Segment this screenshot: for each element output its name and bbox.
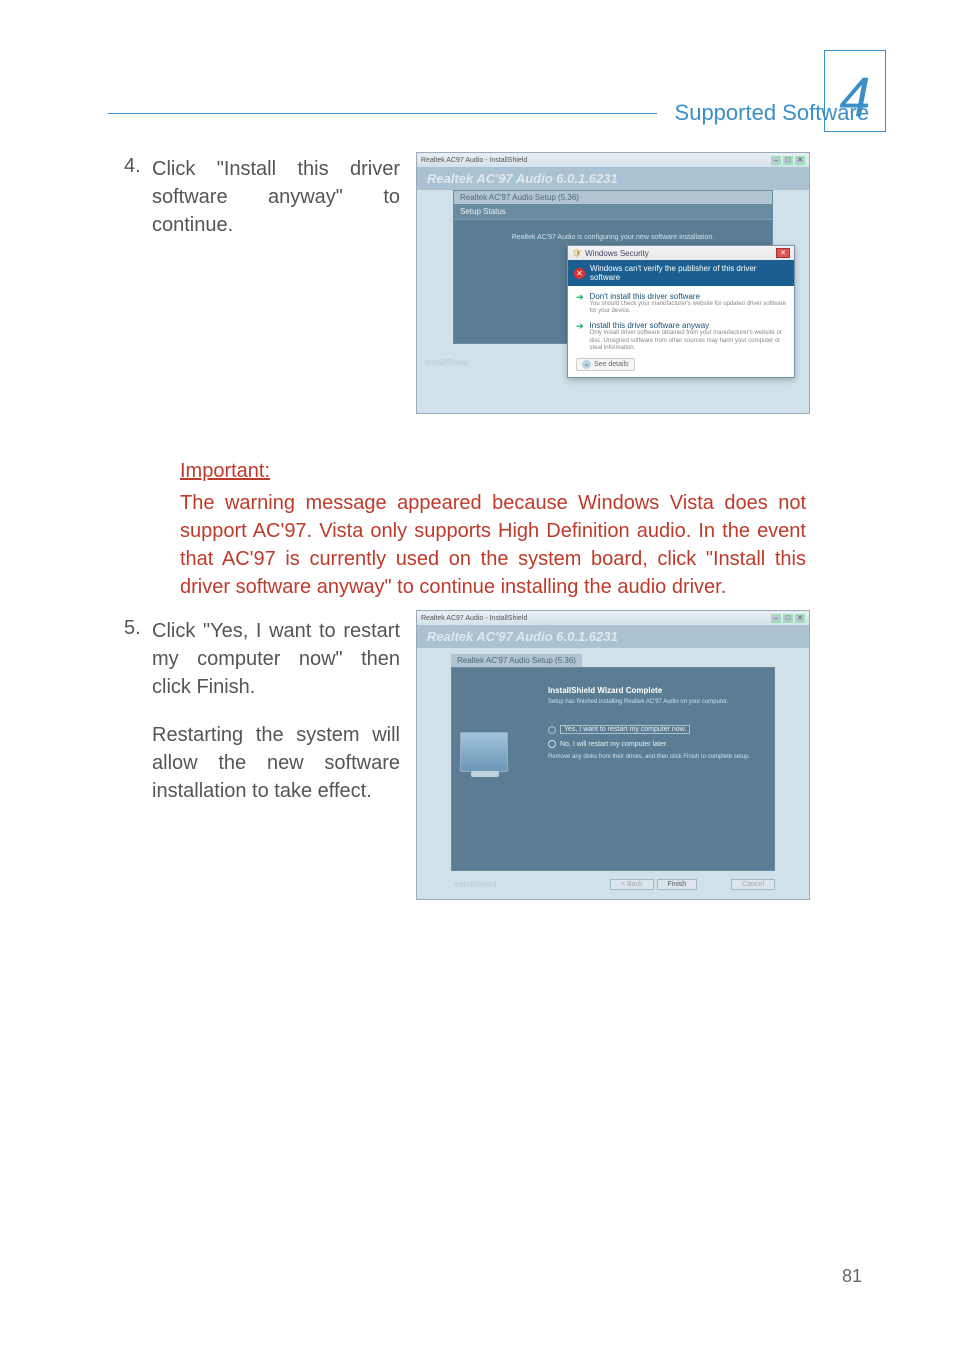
computer-icon (460, 732, 508, 780)
shot1-window-title: Realtek AC97 Audio - InstallShield (421, 157, 527, 164)
chapter-badge: 4 (824, 50, 886, 132)
radio-restart-later[interactable]: No, I will restart my computer later. (548, 740, 762, 748)
page-number: 81 (842, 1266, 862, 1287)
shot2-window-title: Realtek AC97 Audio - InstallShield (421, 615, 527, 622)
maximize-icon[interactable]: □ (783, 614, 793, 623)
wizard-complete-title: InstallShield Wizard Complete (548, 686, 762, 695)
header-rule (108, 113, 657, 114)
chapter-number: 4 (839, 69, 870, 125)
security-body: ➔ Don't install this driver software You… (568, 286, 794, 377)
important-title: Important: (180, 460, 806, 483)
security-title: Windows Security (585, 249, 649, 258)
step-5-text-2: Restarting the system will allow the new… (152, 721, 400, 805)
minimize-icon[interactable]: – (771, 614, 781, 623)
step-5: 5. Click "Yes, I want to restart my comp… (152, 617, 400, 805)
opt1-desc: You should check your manufacturer's web… (590, 301, 786, 315)
radio-icon (548, 740, 556, 748)
shot2-titlebar: Realtek AC97 Audio - InstallShield – □ ✕ (417, 611, 809, 625)
close-icon[interactable]: ✕ (795, 156, 805, 165)
installshield-label: InstallShield (453, 880, 496, 889)
wizard-complete-sub: Setup has finished installing Realtek AC… (548, 699, 762, 705)
security-banner-text: Windows can't verify the publisher of th… (590, 264, 788, 282)
shot2-panel-content: InstallShield Wizard Complete Setup has … (548, 686, 762, 760)
shield-icon: 🛡 (572, 249, 582, 258)
cancel-button[interactable]: Cancel (731, 879, 775, 890)
section-header: Supported Software (108, 100, 869, 126)
radio-yes-label: Yes, I want to restart my computer now. (560, 725, 690, 734)
step-4-number: 4. (124, 155, 141, 178)
shot1-brand: Realtek AC'97 Audio 6.0.1.6231 (417, 167, 809, 190)
arrow-icon: ➔ (576, 292, 584, 315)
arrow-icon: ➔ (576, 321, 584, 352)
window-buttons: – □ ✕ (771, 614, 805, 623)
shot1-setup-status: Setup Status (454, 204, 772, 220)
shot1-titlebar: Realtek AC97 Audio - InstallShield – □ ✕ (417, 153, 809, 167)
radio-icon (548, 726, 556, 734)
security-titlebar: 🛡 Windows Security ✕ (568, 246, 794, 260)
screenshot-security-dialog: Realtek AC97 Audio - InstallShield – □ ✕… (416, 152, 810, 414)
shot1-status-text: Realtek AC'97 Audio is configuring your … (454, 220, 772, 247)
window-buttons: – □ ✕ (771, 156, 805, 165)
minimize-icon[interactable]: – (771, 156, 781, 165)
option-install-anyway[interactable]: ➔ Install this driver software anyway On… (576, 321, 786, 352)
shot2-brand: Realtek AC'97 Audio 6.0.1.6231 (417, 625, 809, 648)
installshield-label: InstallShield (425, 358, 468, 367)
shot2-tab: Realtek AC'97 Audio Setup (5.36) (451, 654, 582, 667)
security-banner: ✕ Windows can't verify the publisher of … (568, 260, 794, 286)
opt2-title: Install this driver software anyway (590, 321, 786, 330)
step-4: 4. Click "Install this driver software a… (152, 155, 400, 239)
option-dont-install[interactable]: ➔ Don't install this driver software You… (576, 292, 786, 315)
shot2-panel: InstallShield Wizard Complete Setup has … (451, 667, 775, 871)
windows-security-dialog: 🛡 Windows Security ✕ ✕ Windows can't ver… (567, 245, 795, 378)
opt1-title: Don't install this driver software (590, 292, 786, 301)
step-4-text: Click "Install this driver software anyw… (152, 155, 400, 239)
maximize-icon[interactable]: □ (783, 156, 793, 165)
important-body: The warning message appeared because Win… (180, 489, 806, 601)
important-note: Important: The warning message appeared … (180, 460, 806, 601)
radio-restart-now[interactable]: Yes, I want to restart my computer now. (548, 725, 762, 734)
step-5-number: 5. (124, 617, 141, 640)
wizard-note: Remove any disks from their drives, and … (548, 754, 762, 760)
security-close-button[interactable]: ✕ (776, 248, 790, 258)
shot2-button-row: InstallShield < Back Finish Cancel (451, 879, 775, 890)
close-icon[interactable]: ✕ (795, 614, 805, 623)
back-button[interactable]: < Back (610, 879, 654, 890)
screenshot-finish-dialog: Realtek AC97 Audio - InstallShield – □ ✕… (416, 610, 810, 900)
shot1-tab: Realtek AC'97 Audio Setup (5.36) (454, 191, 772, 204)
chevron-down-icon: ⌄ (582, 360, 591, 369)
error-icon: ✕ (574, 268, 585, 279)
step-5-text-1: Click "Yes, I want to restart my compute… (152, 617, 400, 701)
radio-no-label: No, I will restart my computer later. (560, 741, 668, 748)
see-details-label: See details (594, 361, 629, 368)
opt2-desc: Only install driver software obtained fr… (590, 330, 786, 352)
see-details-button[interactable]: ⌄ See details (576, 358, 635, 371)
finish-button[interactable]: Finish (657, 879, 698, 890)
